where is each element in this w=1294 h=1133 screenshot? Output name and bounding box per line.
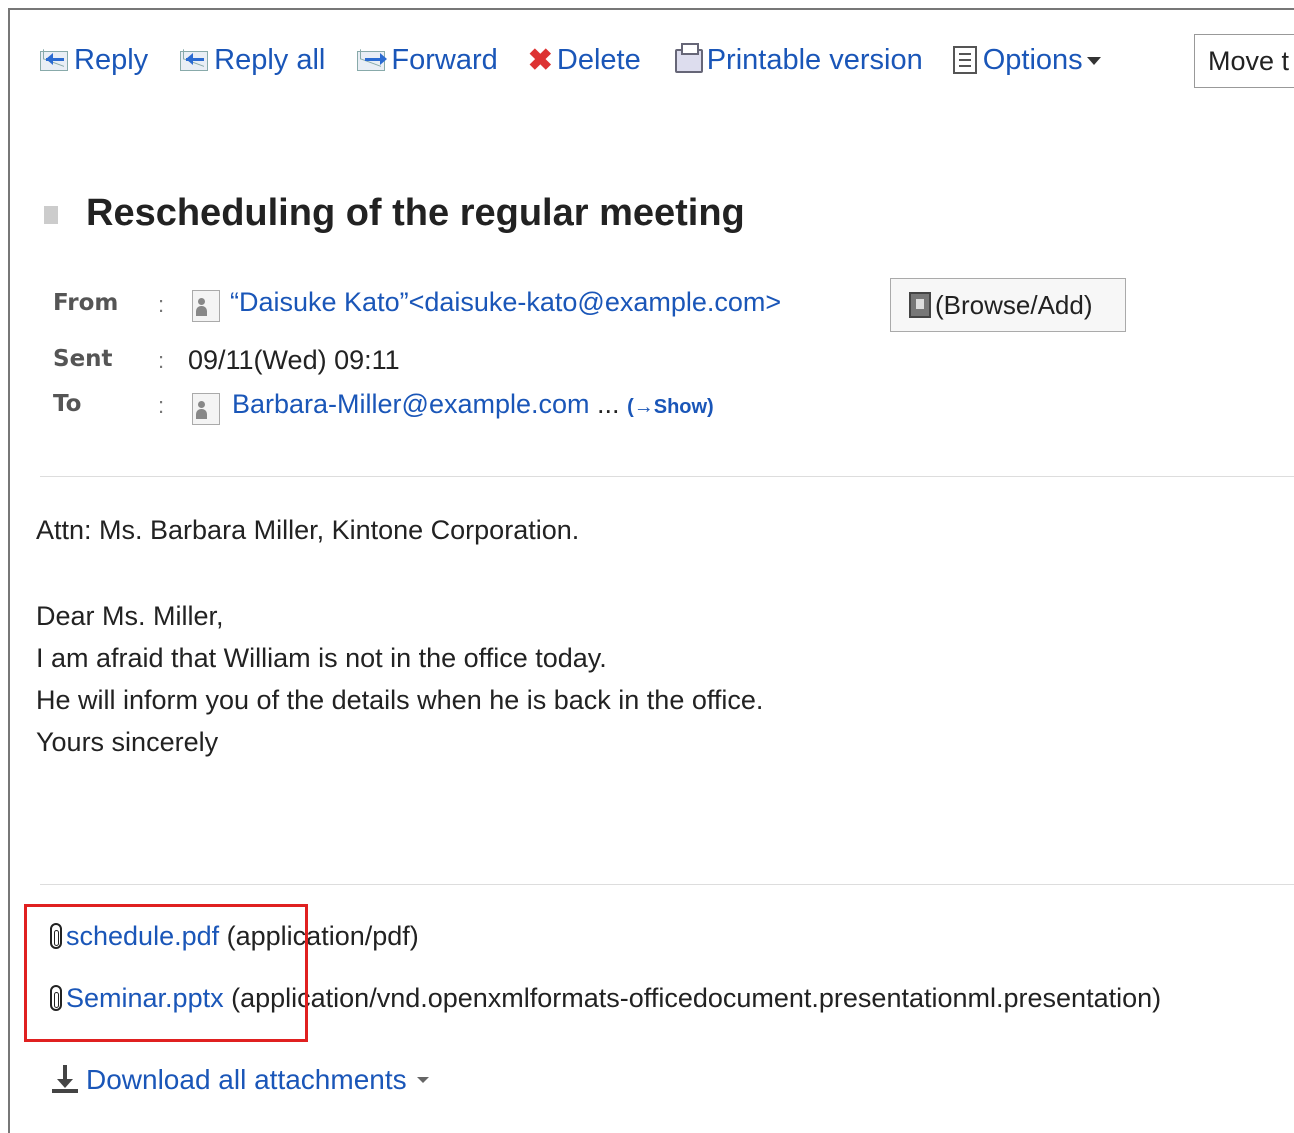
- browse-add-label: (Browse/Add): [935, 289, 1093, 320]
- browse-add-button[interactable]: (Browse/Add): [890, 278, 1126, 332]
- from-address-link[interactable]: “Daisuke Kato”<daisuke-kato@example.com>: [230, 287, 781, 318]
- body-line-attn: Attn: Ms. Barbara Miller, Kintone Corpor…: [36, 515, 580, 545]
- attachment-type: (application/vnd.openxmlformats-officedo…: [231, 983, 1162, 1013]
- reply-all-button[interactable]: Reply all: [178, 44, 325, 77]
- sent-value: 09/11(Wed) 09:11: [188, 345, 400, 375]
- body-divider: [40, 884, 1294, 885]
- sender-contact-icon: [192, 290, 220, 322]
- toolbar: Reply Reply all Forward ✖ Delete Printab…: [38, 40, 1131, 80]
- reply-all-icon: [178, 46, 212, 74]
- body-line-greeting: Dear Ms. Miller,: [36, 601, 224, 631]
- options-list-icon: [952, 46, 977, 74]
- from-label: From: [53, 290, 119, 316]
- move-to-select[interactable]: Move t: [1194, 34, 1294, 88]
- to-address-link[interactable]: Barbara-Miller@example.com: [232, 389, 590, 419]
- subject-bullet-icon: [44, 206, 58, 224]
- recipient-contact-icon: [192, 393, 220, 425]
- download-all-attachments-link[interactable]: Download all attachments: [50, 1064, 429, 1096]
- forward-button[interactable]: Forward: [355, 43, 498, 77]
- highlight-box: [24, 904, 308, 1042]
- sent-colon: :: [158, 348, 165, 373]
- address-book-icon: [909, 292, 931, 318]
- to-ellipsis: ...: [597, 389, 620, 419]
- to-label: To: [53, 391, 82, 417]
- show-recipients-link[interactable]: (→Show): [627, 396, 714, 418]
- delete-label: Delete: [556, 43, 641, 76]
- body-line-3: I am afraid that William is not in the o…: [36, 643, 607, 673]
- from-colon: :: [158, 292, 165, 317]
- download-all-label: Download all attachments: [86, 1064, 407, 1095]
- printer-icon: [671, 43, 705, 74]
- body-line-closing: Yours sincerely: [36, 727, 219, 757]
- reply-label: Reply: [74, 43, 149, 76]
- printable-version-button[interactable]: Printable version: [671, 43, 923, 77]
- reply-icon: [38, 46, 72, 74]
- reply-button[interactable]: Reply: [38, 44, 148, 77]
- reply-all-label: Reply all: [214, 43, 326, 76]
- forward-label: Forward: [391, 43, 498, 76]
- sent-label: Sent: [53, 346, 113, 372]
- caret-down-icon: [416, 1077, 429, 1089]
- forward-icon: [355, 46, 389, 74]
- to-row: Barbara-Miller@example.com ... (→Show): [232, 389, 714, 420]
- body-line-4: He will inform you of the details when h…: [36, 685, 764, 715]
- options-menu[interactable]: Options: [952, 43, 1101, 77]
- options-label: Options: [982, 43, 1083, 76]
- printable-version-label: Printable version: [706, 43, 923, 76]
- delete-button[interactable]: ✖ Delete: [528, 43, 641, 78]
- header-divider: [40, 476, 1294, 477]
- to-colon: :: [158, 393, 165, 418]
- delete-icon: ✖: [527, 43, 553, 77]
- message-subject: Rescheduling of the regular meeting: [86, 192, 745, 234]
- download-icon: [50, 1065, 80, 1095]
- caret-down-icon: [1086, 56, 1101, 72]
